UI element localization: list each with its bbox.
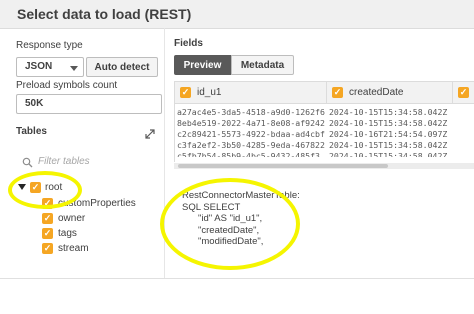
table-cell: 8eb4e519-2022-4a71-8e08-af9242 <box>177 118 325 128</box>
response-type-label: Response type <box>16 40 83 51</box>
table-cell: a27ac4e5-3da5-4518-a9d0-1262f6 <box>177 107 325 117</box>
panel-divider <box>164 28 165 278</box>
script-line: "createdDate", <box>198 224 260 236</box>
preload-symbols-input[interactable]: 50K <box>16 94 162 114</box>
root-checkbox[interactable]: ✓ <box>30 182 41 193</box>
column-label-created: createdDate <box>349 87 404 98</box>
dialog-title: Select data to load (REST) <box>17 6 192 22</box>
tables-label: Tables <box>16 126 47 137</box>
scrollbar-thumb[interactable] <box>178 164 388 168</box>
fields-label: Fields <box>174 38 203 49</box>
table-cell: 2024-10-15T15:34:58.042Z <box>329 140 448 150</box>
column-header-created[interactable]: ✓ createdDate <box>327 82 453 104</box>
checkbox-tags[interactable]: ✓ <box>42 228 53 239</box>
checkbox-owner[interactable]: ✓ <box>42 213 53 224</box>
table-cell: 2024-10-15T15:34:58.042Z <box>329 118 448 128</box>
expand-icon[interactable] <box>145 126 155 144</box>
checkbox-stream[interactable]: ✓ <box>42 243 53 254</box>
preview-grid: ✓ id_u1 ✓ createdDate ✓ a27ac4e5-3da5-45… <box>174 81 474 162</box>
tree-item-custom-properties[interactable]: customProperties <box>58 198 136 209</box>
script-line: "modifiedDate", <box>198 236 264 247</box>
column-checkbox-partial[interactable]: ✓ <box>458 87 469 98</box>
column-checkbox-created[interactable]: ✓ <box>332 87 343 98</box>
script-line: RestConnectorMasterTable: <box>182 190 300 201</box>
caret-down-icon[interactable] <box>18 184 26 190</box>
preload-symbols-value: 50K <box>25 98 44 109</box>
script-line: SQL SELECT <box>182 201 241 213</box>
filter-tables-input[interactable]: Filter tables <box>38 156 90 167</box>
table-cell: c5fb7b54-85b9-4bc5-9432-485f3 <box>177 151 320 157</box>
tree-item-owner[interactable]: owner <box>58 213 85 224</box>
checkbox-custom-properties[interactable]: ✓ <box>42 198 53 209</box>
tree-item-root[interactable]: root <box>45 182 62 193</box>
response-type-select[interactable]: JSON <box>16 57 84 77</box>
footer-divider <box>0 278 474 279</box>
column-header-partial[interactable]: ✓ <box>453 82 474 104</box>
column-header-id[interactable]: ✓ id_u1 <box>175 82 327 104</box>
tab-preview[interactable]: Preview <box>174 55 231 75</box>
table-cell: c2c89421-5573-4922-bdaa-ad4cbf <box>177 129 325 139</box>
horizontal-scrollbar[interactable] <box>174 163 474 169</box>
table-cell: 2024-10-15T15:34:58.042Z <box>329 107 448 117</box>
dialog-header: Select data to load (REST) <box>0 0 474 29</box>
column-checkbox-id[interactable]: ✓ <box>180 87 191 98</box>
tree-item-tags[interactable]: tags <box>58 228 77 239</box>
chevron-down-icon <box>70 66 78 71</box>
tree-item-stream[interactable]: stream <box>58 243 89 254</box>
load-script-preview: RestConnectorMasterTable: SQL SELECT "id… <box>182 190 300 248</box>
script-line: "id" AS "id_u1", <box>198 213 263 224</box>
table-cell: 2024-10-15T15:34:58.042Z <box>329 151 448 157</box>
auto-detect-button[interactable]: Auto detect <box>86 57 158 77</box>
response-type-value: JSON <box>25 61 53 72</box>
tab-metadata[interactable]: Metadata <box>231 55 294 75</box>
preload-symbols-label: Preload symbols count <box>16 80 118 91</box>
search-icon <box>22 155 33 173</box>
table-cell: c3fa2ef2-3b50-4285-9eda-467822 <box>177 140 325 150</box>
column-label-id: id_u1 <box>197 87 222 98</box>
table-cell: 2024-10-16T21:54:54.097Z <box>329 129 448 139</box>
